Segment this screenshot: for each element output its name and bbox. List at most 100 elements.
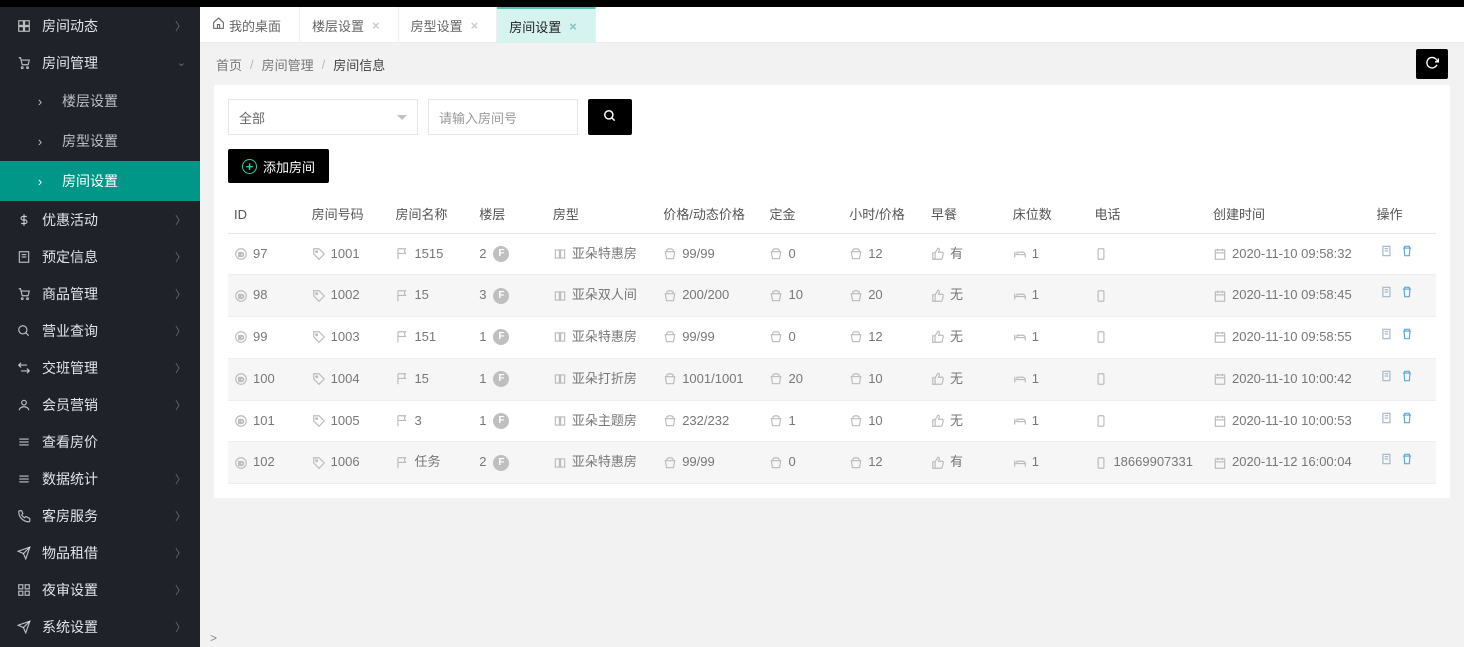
nav-item[interactable]: 房间动态〉	[0, 7, 200, 44]
send-icon	[14, 546, 34, 560]
nav-label: 物品租借	[42, 543, 175, 563]
swap-icon	[14, 361, 34, 375]
nav-item[interactable]: 商品管理〉	[0, 275, 200, 312]
tag-icon	[312, 414, 326, 428]
refresh-button[interactable]	[1416, 49, 1448, 79]
delete-button[interactable]	[1400, 454, 1414, 469]
cell-value: 0	[788, 244, 795, 265]
cell-value: 1	[1032, 411, 1039, 432]
filter-select[interactable]: 全部	[228, 99, 418, 135]
cell-value: 20	[788, 369, 802, 390]
tab[interactable]: 楼层设置×	[300, 7, 399, 43]
delete-button[interactable]	[1400, 329, 1414, 344]
cell-value: 20	[868, 285, 882, 306]
nav-sub-item[interactable]: ›房型设置	[0, 121, 200, 161]
cell-value: 无	[950, 411, 963, 432]
add-room-button[interactable]: + 添加房间	[228, 149, 329, 183]
nav-item[interactable]: 系统设置〉	[0, 608, 200, 645]
room-number-input[interactable]: 请输入房间号	[428, 99, 578, 135]
cell-value: 有	[950, 452, 963, 473]
edit-button[interactable]	[1380, 371, 1394, 386]
room-number-placeholder: 请输入房间号	[439, 108, 517, 127]
floor-badge: F	[493, 455, 509, 471]
room-icon	[553, 330, 567, 344]
crumb-current: 房间信息	[333, 55, 385, 74]
money-icon	[849, 372, 863, 386]
cell-value: 1	[479, 369, 486, 390]
close-icon[interactable]: ×	[569, 19, 577, 34]
delete-button[interactable]	[1400, 246, 1414, 261]
calendar-icon	[1213, 330, 1227, 344]
nav-item[interactable]: 房间管理⌄	[0, 44, 200, 81]
cell-value: 12	[868, 327, 882, 348]
close-icon[interactable]: ×	[471, 18, 479, 33]
close-icon[interactable]: ×	[372, 18, 380, 33]
nav-label: 查看房价	[42, 432, 186, 452]
nav-item[interactable]: 会员营销〉	[0, 386, 200, 423]
dropdown-icon	[397, 115, 407, 125]
tag-icon	[312, 456, 326, 470]
nav-item[interactable]: 查看房价	[0, 423, 200, 460]
flag-icon	[395, 247, 409, 261]
floor-badge: F	[493, 246, 509, 262]
nav-sub-item[interactable]: ›楼层设置	[0, 81, 200, 121]
list-icon	[14, 435, 34, 449]
nav-item[interactable]: 营业查询〉	[0, 312, 200, 349]
nav-sub-item[interactable]: ›房间设置	[0, 161, 200, 201]
cell-value: 1003	[331, 327, 360, 348]
cell-value: 无	[950, 327, 963, 348]
nav-item[interactable]: 数据统计〉	[0, 460, 200, 497]
tab-label: 房间设置	[509, 17, 561, 36]
edit-button[interactable]	[1380, 413, 1394, 428]
cell-value: 232/232	[682, 411, 729, 432]
cell-value: 15	[414, 285, 428, 306]
delete-button[interactable]	[1400, 413, 1414, 428]
cell-value: 2020-11-10 09:58:55	[1232, 327, 1352, 348]
cell-value: 1	[479, 327, 486, 348]
chevron-right-icon: 〉	[175, 286, 186, 302]
tab[interactable]: 我的桌面	[200, 7, 300, 43]
cell-value: 200/200	[682, 285, 729, 306]
cell-value: 亚朵特惠房	[572, 452, 637, 473]
nav-item[interactable]: 交班管理〉	[0, 349, 200, 386]
delete-button[interactable]	[1400, 287, 1414, 302]
edit-button[interactable]	[1380, 246, 1394, 261]
tag-icon	[312, 330, 326, 344]
nav-item[interactable]: 物品租借〉	[0, 534, 200, 571]
money-icon	[769, 456, 783, 470]
cell-value: 1	[1032, 244, 1039, 265]
table-row: ID1001004151F亚朵打折房1001/10012010无12020-11…	[228, 358, 1436, 400]
tab[interactable]: 房型设置×	[399, 7, 498, 43]
delete-button[interactable]	[1400, 371, 1414, 386]
svg-text:ID: ID	[238, 336, 244, 342]
crumb-home[interactable]: 首页	[216, 55, 242, 74]
tabs-bar: 我的桌面楼层设置×房型设置× 房间设置 ×	[200, 7, 1464, 43]
id-icon: ID	[234, 456, 248, 470]
col-hour: 小时/价格	[843, 197, 925, 233]
id-icon: ID	[234, 247, 248, 261]
cell-value: 99/99	[682, 327, 715, 348]
edit-button[interactable]	[1380, 287, 1394, 302]
edit-button[interactable]	[1380, 454, 1394, 469]
cell-value: 1	[1032, 285, 1039, 306]
nav-item[interactable]: 预定信息〉	[0, 238, 200, 275]
search-button[interactable]	[588, 99, 632, 135]
tab[interactable]: 房间设置 ×	[497, 7, 596, 43]
money-icon	[849, 414, 863, 428]
edit-button[interactable]	[1380, 329, 1394, 344]
cell-value: 99	[253, 327, 267, 348]
crumb-section[interactable]: 房间管理	[262, 55, 314, 74]
grid-icon	[14, 583, 34, 597]
col-phone: 电话	[1088, 197, 1207, 233]
money-icon	[663, 414, 677, 428]
calendar-icon	[1213, 289, 1227, 303]
chevron-right-icon: 〉	[175, 212, 186, 228]
nav-item[interactable]: 夜审设置〉	[0, 571, 200, 608]
user-icon	[14, 398, 34, 412]
nav-item[interactable]: 客房服务〉	[0, 497, 200, 534]
cart-icon	[14, 56, 34, 70]
money-icon	[849, 247, 863, 261]
thumb-icon	[931, 289, 945, 303]
nav-item[interactable]: 优惠活动〉	[0, 201, 200, 238]
floor-badge: F	[493, 329, 509, 345]
